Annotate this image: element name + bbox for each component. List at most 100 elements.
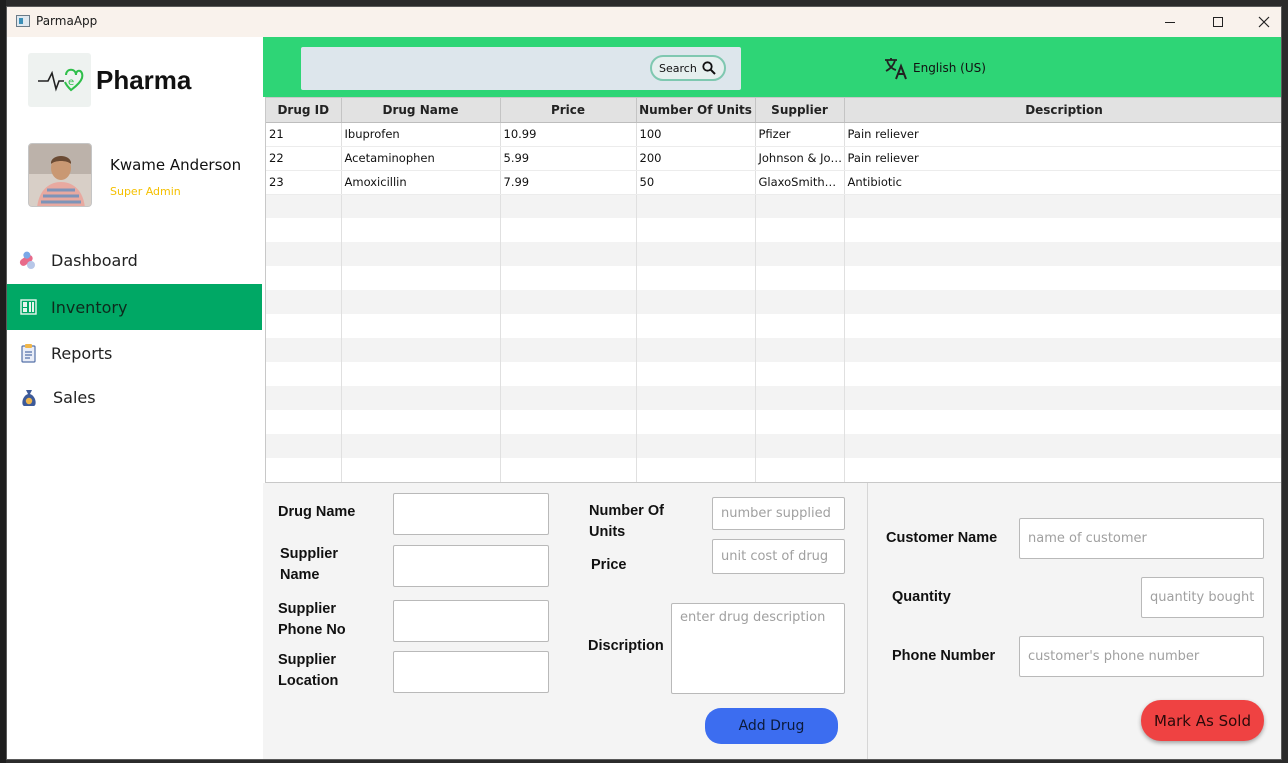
logo: e xyxy=(28,53,91,107)
app-icon xyxy=(16,15,30,27)
app-window: ParmaApp e Pharma Kwame Anderson Super A… xyxy=(6,6,1282,760)
sidebar-item-dashboard[interactable]: Dashboard xyxy=(7,237,262,283)
column-header-description[interactable]: Description xyxy=(844,98,1281,123)
sidebar-item-sales[interactable]: Sales xyxy=(7,374,262,420)
sidebar-item-label: Reports xyxy=(51,343,113,363)
language-selector[interactable]: English (US) xyxy=(883,55,986,81)
inventory-table[interactable]: Drug ID Drug Name Price Number Of Units … xyxy=(265,97,1281,483)
form-divider xyxy=(867,483,868,759)
close-button[interactable] xyxy=(1241,7,1281,37)
empty-row xyxy=(266,314,1281,338)
empty-row xyxy=(266,338,1281,362)
sidebar-item-label: Sales xyxy=(53,387,96,407)
search-input[interactable] xyxy=(309,55,639,82)
customer-name-label: Customer Name xyxy=(886,530,998,546)
language-label: English (US) xyxy=(913,61,986,75)
phone-number-field[interactable] xyxy=(1019,636,1264,677)
drug-name-label: Drug Name xyxy=(278,504,356,520)
price-label: Price xyxy=(591,557,627,573)
supplier-name-field[interactable] xyxy=(393,545,549,587)
empty-row xyxy=(266,218,1281,242)
table-cell: Acetaminophen xyxy=(341,146,501,171)
maximize-button[interactable] xyxy=(1195,7,1241,37)
table-cell: 5.99 xyxy=(500,146,637,171)
heart-pulse-icon: e xyxy=(38,68,84,92)
table-cell: Pain reliever xyxy=(844,122,1281,147)
customer-name-field[interactable] xyxy=(1019,518,1264,559)
column-header-supplier[interactable]: Supplier xyxy=(755,98,845,123)
table-cell: 23 xyxy=(266,170,342,195)
table-cell: Ibuprofen xyxy=(341,122,501,147)
maximize-icon xyxy=(1213,17,1223,27)
search-box: Search xyxy=(301,47,741,90)
table-cell: Johnson & Johnson xyxy=(755,146,845,171)
search-button-label: Search xyxy=(659,61,697,75)
table-cell: 200 xyxy=(636,146,756,171)
table-row[interactable]: 23 Amoxicillin 7.99 50 GlaxoSmithKline A… xyxy=(266,170,1281,195)
mark-as-sold-button[interactable]: Mark As Sold xyxy=(1141,700,1264,741)
table-cell: Amoxicillin xyxy=(341,170,501,195)
minimize-icon xyxy=(1165,21,1175,23)
close-icon xyxy=(1258,16,1270,28)
quantity-label: Quantity xyxy=(892,589,951,605)
window-title: ParmaApp xyxy=(36,14,98,28)
supplier-phone-label: Supplier Phone No xyxy=(278,601,346,638)
sidebar-item-reports[interactable]: Reports xyxy=(7,330,262,376)
table-cell: 21 xyxy=(266,122,342,147)
user-role: Super Admin xyxy=(110,185,181,198)
svg-text:e: e xyxy=(68,77,74,88)
user-photo-icon xyxy=(29,144,91,206)
empty-row xyxy=(266,410,1281,434)
supplier-phone-field[interactable] xyxy=(393,600,549,642)
pills-icon xyxy=(19,251,35,269)
header-bar: Search English (US) xyxy=(263,37,1281,97)
add-drug-button[interactable]: Add Drug xyxy=(705,708,838,744)
price-field[interactable] xyxy=(712,539,845,574)
table-header-row: Drug ID Drug Name Price Number Of Units … xyxy=(266,98,1281,123)
phone-number-label: Phone Number xyxy=(892,648,996,664)
column-header-number-of-units[interactable]: Number Of Units xyxy=(636,98,756,123)
table-cell: 10.99 xyxy=(500,122,637,147)
table-cell: 100 xyxy=(636,122,756,147)
empty-row xyxy=(266,458,1281,482)
translate-icon xyxy=(885,58,907,80)
column-header-drug-name[interactable]: Drug Name xyxy=(341,98,501,123)
supplier-location-label: Supplier Location xyxy=(278,652,339,689)
brand-name: Pharma xyxy=(96,65,192,95)
description-label: Discription xyxy=(588,638,664,654)
sidebar-item-label: Inventory xyxy=(51,297,128,317)
supplier-name-label: Supplier Name xyxy=(280,546,339,583)
column-header-drug-id[interactable]: Drug ID xyxy=(266,98,342,123)
table-cell: GlaxoSmithKline xyxy=(755,170,845,195)
units-label: Number Of Units xyxy=(589,503,664,540)
empty-row xyxy=(266,386,1281,410)
search-button[interactable]: Search xyxy=(650,55,726,81)
units-field[interactable] xyxy=(712,497,845,530)
drug-name-field[interactable] xyxy=(393,493,549,535)
sidebar-item-inventory[interactable]: Inventory xyxy=(7,284,262,330)
column-header-price[interactable]: Price xyxy=(500,98,637,123)
table-row[interactable]: 21 Ibuprofen 10.99 100 Pfizer Pain relie… xyxy=(266,122,1281,147)
empty-row xyxy=(266,434,1281,458)
empty-row xyxy=(266,266,1281,290)
clipboard-icon xyxy=(21,344,36,363)
empty-row xyxy=(266,362,1281,386)
sidebar: e Pharma Kwame Anderson Super Admin Dash… xyxy=(7,37,263,759)
empty-row xyxy=(266,194,1281,218)
table-cell: Pfizer xyxy=(755,122,845,147)
table-row[interactable]: 22 Acetaminophen 5.99 200 Johnson & John… xyxy=(266,146,1281,171)
table-cell: Antibiotic xyxy=(844,170,1281,195)
empty-row xyxy=(266,242,1281,266)
table-cell: 7.99 xyxy=(500,170,637,195)
search-icon xyxy=(702,61,716,75)
avatar xyxy=(28,143,92,207)
title-bar: ParmaApp xyxy=(7,7,1281,37)
money-bag-icon xyxy=(22,390,36,406)
quantity-field[interactable] xyxy=(1141,577,1264,618)
minimize-button[interactable] xyxy=(1147,7,1193,37)
empty-row xyxy=(266,290,1281,314)
description-field[interactable] xyxy=(671,603,845,694)
supplier-location-field[interactable] xyxy=(393,651,549,693)
table-cell: Pain reliever xyxy=(844,146,1281,171)
user-name: Kwame Anderson xyxy=(110,156,242,174)
